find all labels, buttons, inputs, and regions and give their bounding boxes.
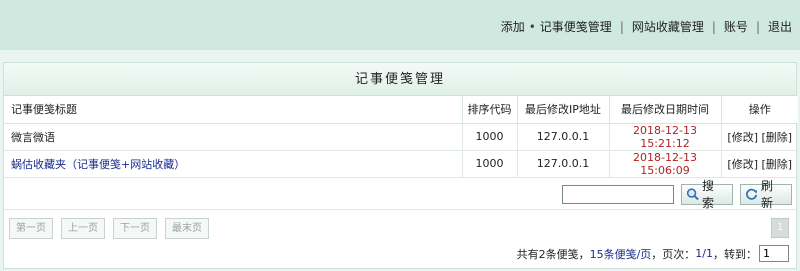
pager-row: 第一页 上一页 下一页 最末页 1 <box>4 210 796 245</box>
logout-link[interactable]: 退出 <box>768 18 792 35</box>
panel-title: 记事便笺管理 <box>4 63 796 96</box>
dot-separator: • <box>528 19 536 34</box>
summary-goto-label: ，转到： <box>713 247 757 261</box>
col-header-title: 记事便笺标题 <box>4 96 462 124</box>
note-title[interactable]: 微言微语 <box>4 123 462 151</box>
top-nav: 添加 • 记事便笺管理 | 网站收藏管理 | 账号 | 退出 <box>501 18 792 35</box>
divider: | <box>755 19 760 34</box>
divider: | <box>619 19 624 34</box>
note-ip: 127.0.0.1 <box>516 123 609 151</box>
table-row: 微言微语 1000 127.0.0.1 2018-12-13 15:21:12 … <box>4 123 798 151</box>
table-row: 蜗估收藏夹（记事便笺+网站收藏） 1000 127.0.0.1 2018-12-… <box>4 150 798 178</box>
search-button[interactable]: 搜 索 <box>681 179 733 210</box>
search-input[interactable] <box>562 184 674 204</box>
next-page-button[interactable]: 下一页 <box>113 217 157 239</box>
notes-panel: 记事便笺管理 记事便笺标题 排序代码 最后修改IP地址 最后修改日期时间 操作 … <box>3 62 798 269</box>
col-header-order: 排序代码 <box>461 96 517 124</box>
summary-total: 共有2条便笺， <box>516 247 590 261</box>
refresh-icon <box>746 188 758 200</box>
refresh-button[interactable]: 刷 新 <box>740 179 792 210</box>
note-actions: [修改] [删除] <box>720 150 798 178</box>
first-page-button[interactable]: 第一页 <box>9 217 53 239</box>
bookmarks-manage-link[interactable]: 网站收藏管理 <box>632 18 704 35</box>
summary-page: 1/1 <box>695 247 713 260</box>
note-datetime: 2018-12-13 15:06:09 <box>608 150 721 178</box>
delete-link[interactable]: [删除] <box>762 158 793 171</box>
prev-page-button[interactable]: 上一页 <box>61 217 105 239</box>
note-actions: [修改] [删除] <box>720 123 798 151</box>
account-link[interactable]: 账号 <box>724 18 748 35</box>
col-header-ip: 最后修改IP地址 <box>516 96 609 124</box>
refresh-button-label: 刷 新 <box>761 179 774 210</box>
edit-link[interactable]: [修改] <box>727 131 758 144</box>
page-number-button[interactable]: 1 <box>771 217 789 238</box>
top-bar: 添加 • 记事便笺管理 | 网站收藏管理 | 账号 | 退出 <box>0 0 800 50</box>
note-datetime: 2018-12-13 15:21:12 <box>608 123 721 151</box>
jump-page-input[interactable] <box>759 245 789 262</box>
summary-per-page: 15条便笺/页 <box>589 247 652 261</box>
note-order: 1000 <box>461 150 517 178</box>
search-button-label: 搜 索 <box>702 179 715 210</box>
delete-link[interactable]: [删除] <box>762 131 793 144</box>
notes-table: 记事便笺标题 排序代码 最后修改IP地址 最后修改日期时间 操作 微言微语 10… <box>4 96 798 178</box>
col-header-actions: 操作 <box>720 96 798 124</box>
search-row: 搜 索 刷 新 <box>4 178 796 210</box>
add-link[interactable]: 添加 <box>501 18 525 35</box>
table-header-row: 记事便笺标题 排序代码 最后修改IP地址 最后修改日期时间 操作 <box>4 96 798 124</box>
pager-summary: 共有2条便笺， 15条便笺/页 ，页次： 1/1 ，转到： <box>517 245 789 262</box>
summary-page-label: ，页次： <box>651 247 696 261</box>
note-order: 1000 <box>461 123 517 151</box>
note-title[interactable]: 蜗估收藏夹（记事便笺+网站收藏） <box>4 150 462 178</box>
search-icon <box>686 188 699 201</box>
divider: | <box>711 19 716 34</box>
note-ip: 127.0.0.1 <box>516 150 609 178</box>
notes-manage-link[interactable]: 记事便笺管理 <box>540 18 612 35</box>
col-header-datetime: 最后修改日期时间 <box>608 96 721 124</box>
last-page-button[interactable]: 最末页 <box>165 217 209 239</box>
edit-link[interactable]: [修改] <box>727 158 758 171</box>
